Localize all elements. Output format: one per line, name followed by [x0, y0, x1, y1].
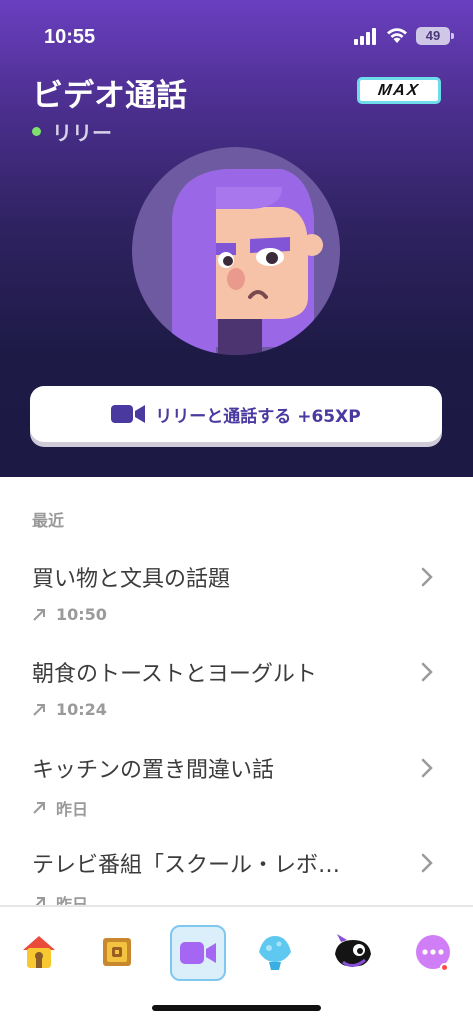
tab-home[interactable]	[16, 929, 62, 975]
call-topic: テレビ番組「スクール・レボ…	[32, 853, 341, 878]
tab-more[interactable]	[410, 929, 456, 975]
call-topic: 朝食のトーストとヨーグルト	[32, 662, 317, 687]
chevron-right-icon	[421, 758, 433, 778]
max-badge-label: MAX	[377, 81, 422, 99]
cellular-signal-icon	[354, 28, 376, 45]
call-topic: 買い物と文具の話題	[32, 567, 231, 592]
status-time: 10:55	[44, 26, 96, 48]
max-badge[interactable]: MAX	[357, 77, 441, 104]
call-time-text: 10:24	[56, 700, 107, 719]
outgoing-call-icon	[33, 703, 45, 716]
call-time: 10:50	[32, 605, 107, 624]
list-item[interactable]: キッチンの置き間違い話 昨日	[0, 752, 473, 842]
home-indicator	[152, 1005, 321, 1011]
start-call-label: リリーと通話する +65XP	[155, 406, 361, 427]
page-title: ビデオ通話	[32, 78, 187, 114]
call-time-text: 10:50	[56, 605, 107, 624]
tab-video-call[interactable]	[170, 925, 226, 981]
start-call-button[interactable]: リリーと通話する +65XP	[30, 386, 442, 442]
call-time: 10:24	[32, 700, 107, 719]
online-status-icon	[32, 127, 41, 136]
outgoing-call-icon	[33, 608, 45, 621]
tab-practice[interactable]	[252, 929, 298, 975]
treasure-chest-icon	[103, 938, 131, 966]
contact-name: リリー	[52, 121, 112, 145]
list-item[interactable]: 買い物と文具の話題 10:50	[0, 561, 473, 651]
video-camera-icon	[111, 405, 146, 423]
home-icon	[23, 936, 55, 968]
shell-icon	[259, 936, 291, 970]
outgoing-call-icon	[33, 802, 45, 814]
skull-icon	[335, 934, 371, 967]
status-bar: 10:55 49	[0, 0, 473, 70]
notification-dot	[440, 963, 449, 972]
lily-character-icon	[172, 169, 323, 355]
chevron-right-icon	[421, 662, 433, 682]
call-time: 昨日	[32, 796, 88, 820]
call-time-text: 昨日	[56, 800, 89, 819]
tab-characters[interactable]	[330, 929, 376, 975]
recent-heading: 最近	[32, 511, 65, 530]
avatar	[132, 147, 340, 355]
chevron-right-icon	[421, 567, 433, 587]
video-call-header: 10:55 49 ビデオ通話 MAX リリー リリーと通話する +65XP	[0, 0, 473, 477]
call-topic: キッチンの置き間違い話	[32, 758, 275, 783]
battery-icon: 49	[416, 27, 454, 45]
tab-leaderboard[interactable]	[94, 929, 140, 975]
video-call-icon	[180, 942, 216, 964]
list-item[interactable]: 朝食のトーストとヨーグルト 10:24	[0, 656, 473, 746]
wifi-icon	[387, 28, 407, 43]
chevron-right-icon	[421, 853, 433, 873]
